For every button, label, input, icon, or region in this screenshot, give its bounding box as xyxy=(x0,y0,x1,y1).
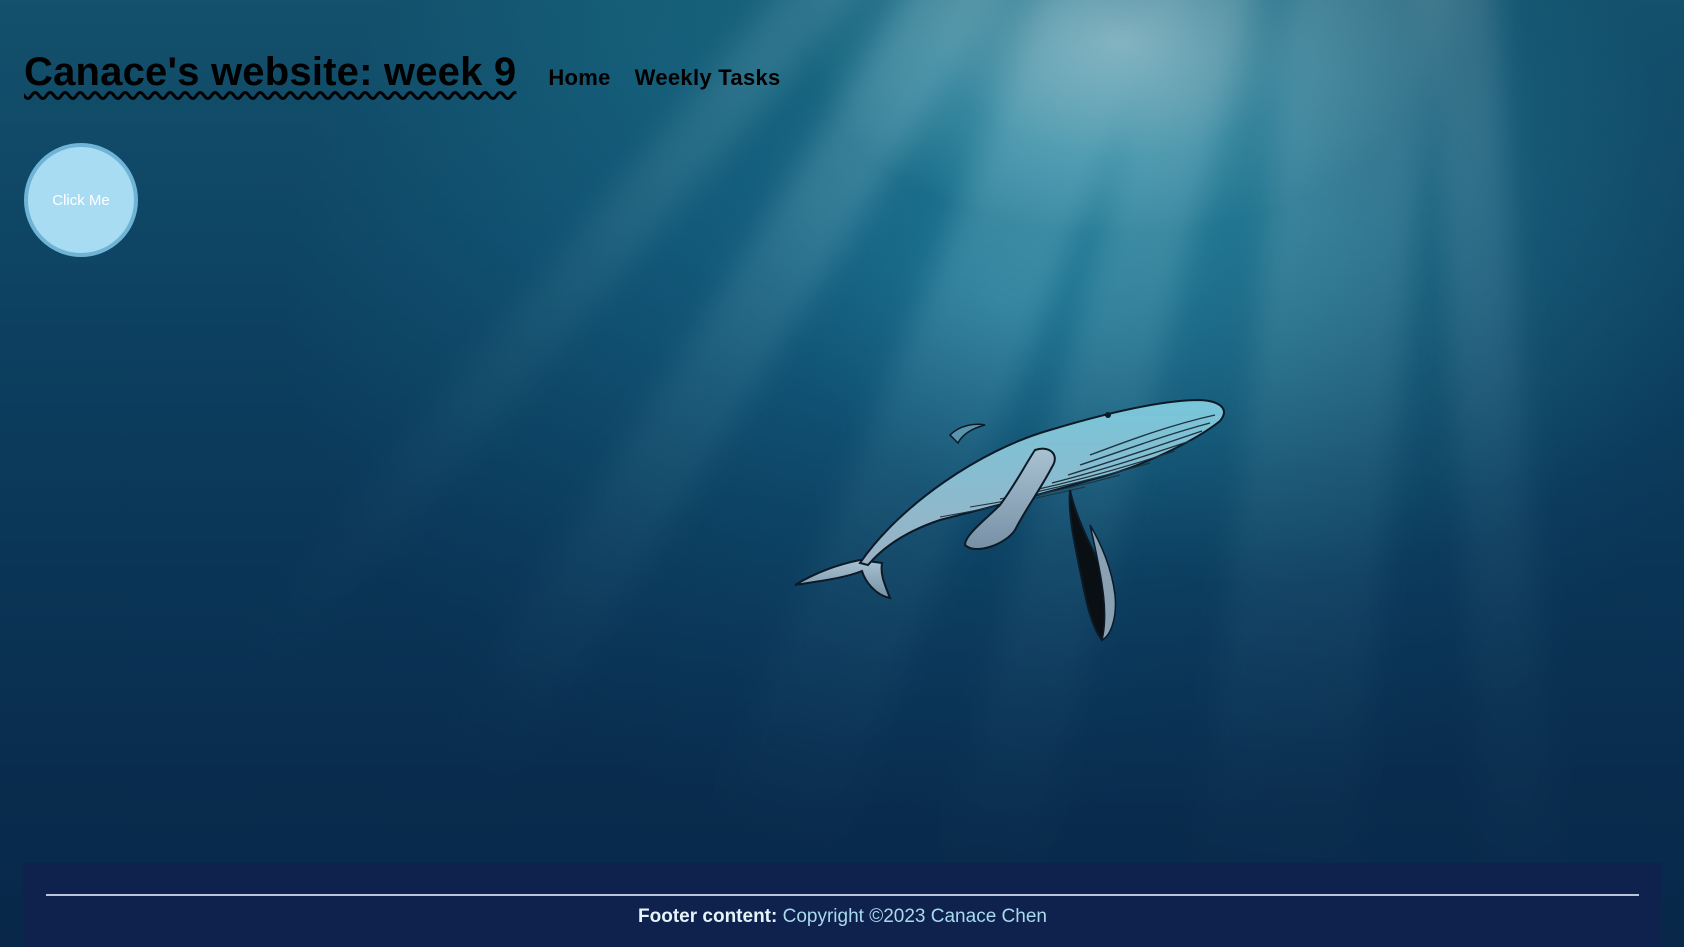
main-nav: Home Weekly Tasks xyxy=(548,65,804,91)
footer-divider xyxy=(46,894,1639,896)
site-header: Canace's website: week 9 Home Weekly Tas… xyxy=(24,50,805,95)
nav-link-weekly-tasks[interactable]: Weekly Tasks xyxy=(635,65,781,91)
click-me-button[interactable]: Click Me xyxy=(24,143,138,257)
footer-copyright: Copyright ©2023 Canace Chen xyxy=(782,906,1047,927)
humpback-whale-icon xyxy=(794,398,1225,642)
site-title: Canace's website: week 9 xyxy=(24,50,517,94)
footer-text: Footer content: Copyright ©2023 Canace C… xyxy=(23,906,1662,928)
nav-link-home[interactable]: Home xyxy=(548,65,610,91)
footer-label: Footer content: xyxy=(638,906,778,927)
site-footer: Footer content: Copyright ©2023 Canace C… xyxy=(23,863,1662,947)
